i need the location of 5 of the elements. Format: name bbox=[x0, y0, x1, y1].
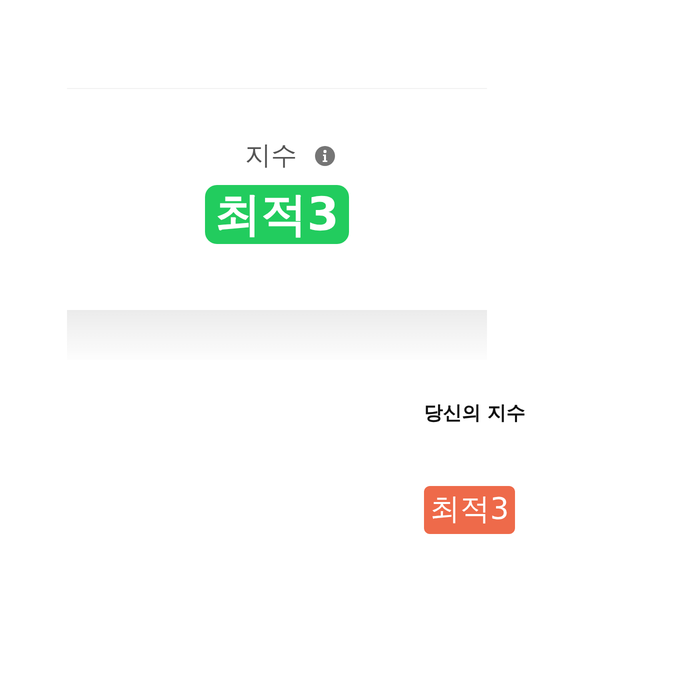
your-index-label: 당신의 지수 bbox=[424, 401, 526, 426]
index-badge: 최적3 bbox=[204, 185, 349, 244]
info-icon[interactable] bbox=[315, 146, 335, 166]
your-index-badge: 최적3 bbox=[424, 486, 516, 534]
index-label: 지수 bbox=[245, 140, 297, 173]
